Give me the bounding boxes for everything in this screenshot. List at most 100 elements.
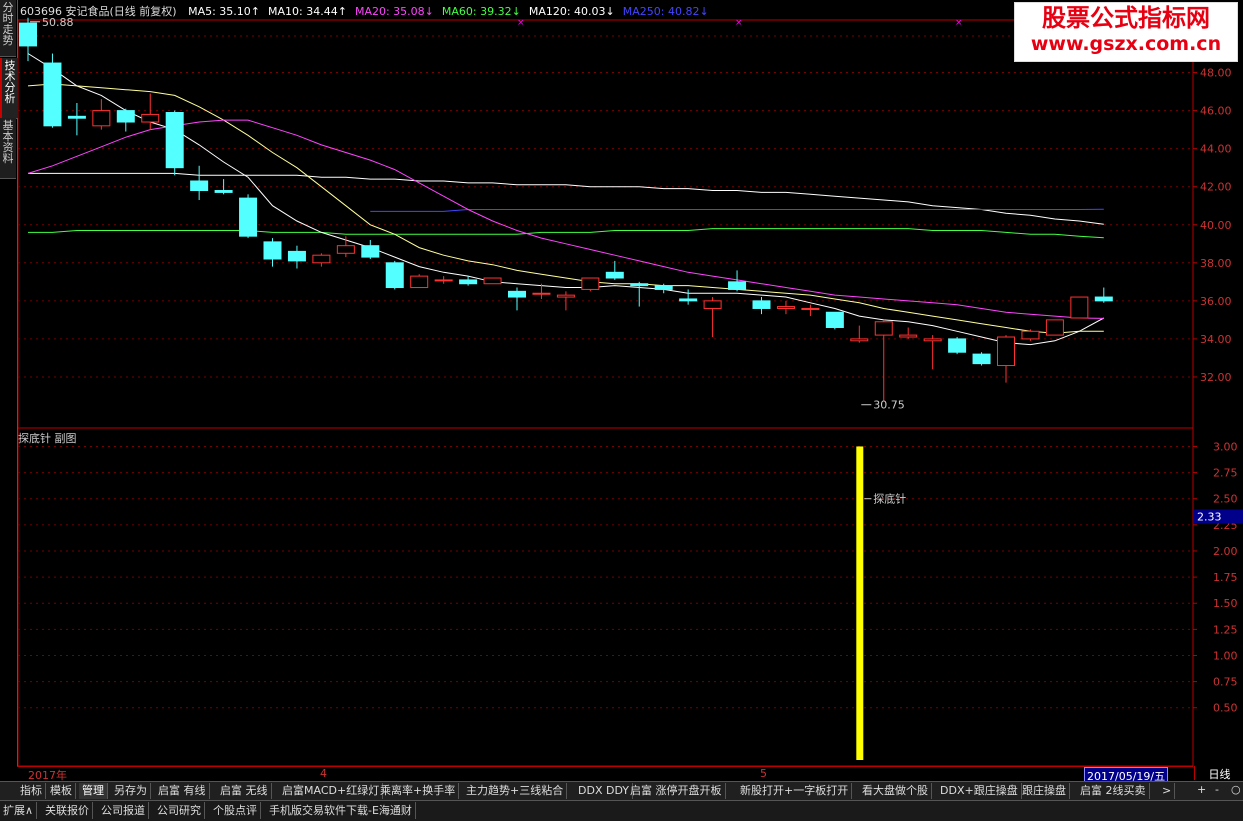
candle-body bbox=[263, 241, 282, 260]
candle-body bbox=[312, 254, 331, 264]
candle-body bbox=[116, 110, 135, 123]
tab-technical[interactable]: 技术分析 bbox=[0, 58, 18, 119]
sub-panel-frame bbox=[17, 427, 1194, 766]
series-line-ma20 bbox=[27, 119, 1104, 319]
toolbar-item[interactable]: DDX+跟庄操盘 bbox=[937, 783, 1022, 799]
indicator-bar bbox=[856, 446, 864, 760]
axis-label-april: 4 bbox=[320, 767, 327, 780]
main-panel-frame bbox=[17, 19, 1194, 429]
toolbar-item[interactable]: 主力趋势+三线粘合 bbox=[463, 783, 568, 799]
current-value-label: 2.33 bbox=[1197, 510, 1222, 523]
y-tick-label: 48.00 bbox=[1200, 67, 1232, 80]
bottom-bar-item[interactable]: 手机版交易软件下载-E海通财 bbox=[266, 802, 416, 819]
logo-line2: www.gszx.com.cn bbox=[1030, 33, 1222, 55]
y-tick-label: 1.25 bbox=[1213, 623, 1238, 636]
bottom-bar: 扩展∧ 关联报价 公司报道 公司研究 个股点评 手机版交易软件下载-E海通财 bbox=[0, 800, 1243, 821]
price-annotation: 30.75 bbox=[873, 399, 905, 412]
candle-body bbox=[874, 321, 893, 336]
side-tabs: 分时走势 技术分析 基本资料 bbox=[0, 0, 18, 766]
candle-body bbox=[190, 180, 209, 192]
indicator-annotation: 探底针 bbox=[873, 492, 906, 506]
y-tick-label: 42.00 bbox=[1200, 181, 1232, 194]
toolbar-item[interactable]: DDX DDY bbox=[575, 783, 634, 799]
bottom-bar-item[interactable]: 关联报价 bbox=[42, 802, 93, 819]
candle-body bbox=[459, 279, 478, 285]
candle-body bbox=[43, 62, 62, 127]
y-tick-label: 36.00 bbox=[1200, 295, 1232, 308]
toolbar-item[interactable]: 另存为 bbox=[111, 783, 151, 799]
y-tick-label: 32.00 bbox=[1200, 371, 1232, 384]
period-label[interactable]: 日线 bbox=[1194, 766, 1243, 781]
toolbar-item[interactable]: 模板 bbox=[47, 783, 76, 799]
bottom-bar-item[interactable]: 公司报道 bbox=[98, 802, 149, 819]
candle-body bbox=[728, 281, 747, 290]
tab-intraday[interactable]: 分时走势 bbox=[0, 0, 16, 57]
candle-body bbox=[410, 275, 429, 289]
kline-chart[interactable]: 32.00 34.00 36.00 38.00 40.00 42.00 44.00 46.00… bbox=[0, 0, 1243, 766]
candle-body bbox=[1094, 296, 1113, 302]
series-line-ma120 bbox=[28, 172, 1104, 225]
candle-body bbox=[948, 338, 967, 353]
signal-marker: × bbox=[955, 18, 963, 28]
toolbar-item[interactable]: 启富 涨停开盘开板 bbox=[627, 783, 726, 799]
y-tick-label: 2.75 bbox=[1213, 467, 1238, 480]
bottom-bar-item[interactable]: 扩展∧ bbox=[0, 802, 38, 819]
ma-legend-item: MA120: 40.03↓ bbox=[528, 5, 615, 18]
candle-body bbox=[385, 262, 404, 289]
time-axis: 2017年 4 5 bbox=[17, 766, 1193, 782]
toolbar-item[interactable]: 管理 bbox=[79, 783, 108, 799]
candle-body bbox=[67, 115, 86, 119]
candle-body bbox=[532, 292, 551, 295]
candle-body bbox=[165, 112, 184, 169]
candle-body bbox=[92, 110, 111, 127]
candle-body bbox=[483, 277, 502, 285]
candle-body bbox=[899, 334, 918, 338]
ma-legend-item: MA20: 35.08↓ bbox=[354, 5, 434, 18]
candle-body bbox=[214, 190, 233, 193]
y-tick-label: 1.75 bbox=[1213, 571, 1238, 584]
ma-legend-item: MA10: 34.44↑ bbox=[268, 5, 347, 18]
candle-body bbox=[752, 300, 771, 309]
candle-body bbox=[703, 300, 722, 309]
candle-body bbox=[630, 283, 649, 287]
candle-body bbox=[19, 22, 37, 47]
toolbar-item[interactable]: 启富 有线 bbox=[155, 783, 210, 799]
candle-body bbox=[336, 245, 355, 254]
candle-body bbox=[434, 279, 453, 282]
y-tick-label: 2.50 bbox=[1213, 493, 1238, 506]
candle-body bbox=[801, 307, 820, 310]
toolbar-item[interactable]: 启富 无线 bbox=[217, 783, 272, 799]
candle-body bbox=[1070, 296, 1089, 319]
y-tick-label: 1.00 bbox=[1213, 649, 1238, 662]
ma-legend-item: MA5: 35.10↑ bbox=[188, 5, 261, 18]
toolbar-item[interactable]: 指标 bbox=[17, 783, 46, 799]
chart-header: 603696 安记食品(日线 前复权) MA5: 35.10↑ MA10: 34.… bbox=[20, 3, 725, 19]
logo-line1: 股票公式指标网 bbox=[1042, 4, 1210, 32]
y-tick-label: 0.50 bbox=[1213, 702, 1238, 715]
toolbar-item[interactable]: 乘离率+换手率 bbox=[377, 783, 460, 799]
tab-fundamentals[interactable]: 基本资料 bbox=[0, 118, 16, 179]
candle-body bbox=[556, 294, 575, 298]
zoom-out-button[interactable]: - bbox=[1215, 783, 1219, 796]
toolbar-item[interactable]: 跟庄操盘 bbox=[1019, 783, 1070, 799]
toolbar-item[interactable]: > bbox=[1159, 783, 1176, 799]
bottom-bar-item[interactable]: 公司研究 bbox=[154, 802, 205, 819]
stock-title: 603696 安记食品(日线 前复权) bbox=[20, 5, 177, 18]
toolbar-item[interactable]: 新股打开+一字板打开 bbox=[737, 783, 853, 799]
toolbar-item[interactable]: 看大盘做个股 bbox=[859, 783, 932, 799]
candle-body bbox=[508, 290, 526, 298]
toolbar-item[interactable]: 启富MACD+红绿灯 bbox=[279, 783, 384, 799]
signal-marker: × bbox=[517, 18, 525, 28]
zoom-reset-button[interactable]: ○ bbox=[1231, 783, 1241, 796]
candle-body bbox=[287, 250, 306, 262]
zoom-in-button[interactable]: + bbox=[1197, 783, 1206, 796]
y-tick-label: 34.00 bbox=[1200, 333, 1232, 346]
y-tick-label: 46.00 bbox=[1200, 105, 1232, 118]
candle-body bbox=[581, 277, 600, 290]
toolbar-item[interactable]: 启富 2线买卖 bbox=[1077, 783, 1150, 799]
candle-body bbox=[776, 306, 795, 309]
candle-body bbox=[239, 197, 258, 237]
site-logo: 股票公式指标网 www.gszx.com.cn bbox=[1014, 2, 1238, 62]
indicator-toolbar: 指标 模板 管理 另存为 启富 有线 启富 无线 启富MACD+红绿灯 乘离率+换手率 主力趋势… bbox=[0, 781, 1243, 800]
bottom-bar-item[interactable]: 个股点评 bbox=[210, 802, 261, 819]
